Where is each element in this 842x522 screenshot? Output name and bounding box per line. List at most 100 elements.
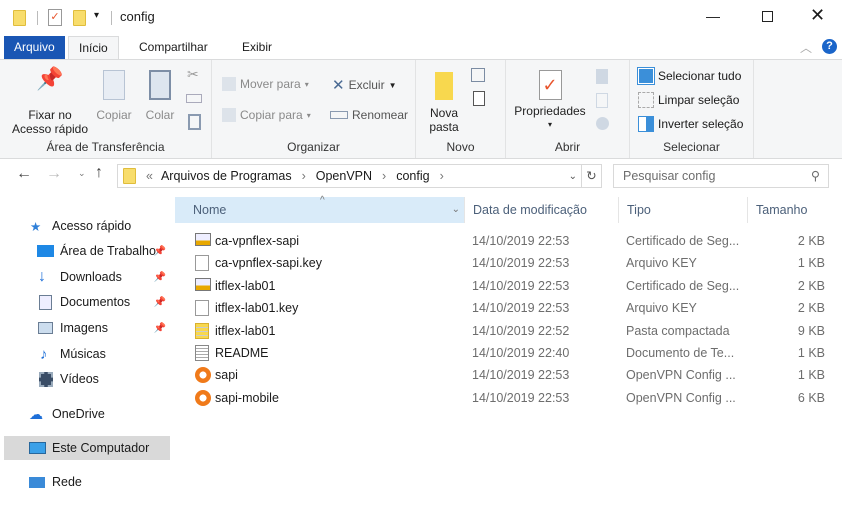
sidebar-item-onedrive[interactable]: ☁ OneDrive <box>0 402 170 426</box>
new-folder-qat-icon[interactable] <box>73 10 86 26</box>
select-none-button[interactable]: Limpar seleção <box>638 92 739 108</box>
address-bar[interactable]: « Arquivos de Programas › OpenVPN › config… <box>117 164 602 188</box>
paste-button[interactable]: Colar <box>140 70 180 122</box>
sidebar-item-pictures[interactable]: Imagens 📌 <box>0 316 170 340</box>
label: Área de Trabalho <box>60 244 156 258</box>
file-size: 1 KB <box>797 256 825 271</box>
breadcrumb-item[interactable]: Arquivos de Programas <box>161 169 292 183</box>
properties-qat-icon[interactable]: ✓ <box>48 9 62 26</box>
file-row[interactable]: itflex-lab01 14/10/2019 22:53 Certificad… <box>175 275 835 297</box>
close-button[interactable]: ✕ <box>810 5 825 26</box>
breadcrumb-item[interactable]: OpenVPN <box>316 169 372 183</box>
file-row[interactable]: sapi 14/10/2019 22:53 OpenVPN Config ...… <box>175 364 835 386</box>
file-size: 1 KB <box>797 368 825 383</box>
file-date: 14/10/2019 22:53 <box>472 368 570 383</box>
tab-compartilhar[interactable]: Compartilhar <box>129 36 218 60</box>
properties-icon: ✓ <box>538 70 562 100</box>
tab-arquivo[interactable]: Arquivo <box>4 36 65 60</box>
file-row[interactable]: ca-vpnflex-sapi 14/10/2019 22:53 Certifi… <box>175 230 835 252</box>
zip-file-icon <box>195 322 209 339</box>
copy-path-icon[interactable] <box>186 94 202 103</box>
customize-qat-icon[interactable]: ▾ <box>94 10 99 21</box>
minimize-button[interactable]: — <box>706 8 720 24</box>
breadcrumb-item[interactable]: config <box>396 169 429 183</box>
overflow-crumbs[interactable]: « <box>146 169 153 183</box>
copy-button[interactable]: Copiar <box>92 70 136 122</box>
label: Imagens <box>60 321 108 335</box>
file-name: itflex-lab01 <box>215 323 276 338</box>
sidebar-item-downloads[interactable]: ↓ Downloads 📌 <box>0 265 170 289</box>
maximize-button[interactable] <box>762 11 773 22</box>
pin-icon: 📌 <box>153 245 166 257</box>
column-header-name[interactable]: Nome ^ ⌄ <box>175 195 465 223</box>
folder-icon <box>13 10 26 26</box>
move-to-button[interactable]: Mover para ▾ <box>222 77 309 91</box>
new-item-icon[interactable] <box>471 68 485 82</box>
label: Renomear <box>352 108 409 122</box>
column-dropdown-icon[interactable]: ⌄ <box>452 197 460 223</box>
file-type: OpenVPN Config ... <box>626 368 736 383</box>
recent-locations-button[interactable]: ⌄ <box>78 168 86 179</box>
column-header-type[interactable]: Tipo <box>619 197 748 223</box>
paste-shortcut-icon[interactable] <box>188 114 201 130</box>
column-header-size[interactable]: Tamanho <box>748 197 842 223</box>
tab-exibir[interactable]: Exibir <box>232 36 282 60</box>
label: Excluir <box>348 78 385 92</box>
invert-selection-button[interactable]: Inverter seleção <box>638 116 743 132</box>
file-row[interactable]: itflex-lab01.key 14/10/2019 22:53 Arquiv… <box>175 297 835 319</box>
file-type: Certificado de Seg... <box>626 234 740 248</box>
file-type: Arquivo KEY <box>626 301 697 316</box>
sidebar-item-this-pc[interactable]: Este Computador <box>4 436 170 460</box>
sidebar-item-documents[interactable]: Documentos 📌 <box>0 290 170 314</box>
easy-access-icon[interactable] <box>473 91 485 106</box>
address-dropdown-icon[interactable]: ⌄ <box>569 171 577 182</box>
search-input[interactable]: Pesquisar config ⚲ <box>613 164 829 188</box>
tab-inicio[interactable]: Início <box>68 36 119 60</box>
refresh-button[interactable]: ↻ <box>581 165 601 187</box>
label: Acesso rápido <box>52 219 132 233</box>
up-button[interactable]: ↑ <box>95 164 103 182</box>
label: Copiar <box>96 108 132 122</box>
select-all-button[interactable]: Selecionar tudo <box>637 67 741 85</box>
properties-button[interactable]: ✓ Propriedades ▾ <box>510 70 590 132</box>
file-row[interactable]: sapi-mobile 14/10/2019 22:53 OpenVPN Con… <box>175 387 835 409</box>
rename-icon <box>330 111 348 119</box>
sidebar-item-music[interactable]: ♪ Músicas <box>0 342 170 366</box>
file-name: itflex-lab01 <box>215 278 276 293</box>
file-date: 14/10/2019 22:40 <box>472 346 570 360</box>
collapse-ribbon-icon[interactable]: ︿ <box>800 39 812 56</box>
sidebar-item-network[interactable]: Rede <box>0 470 170 494</box>
new-folder-button[interactable]: Nova pasta <box>422 72 466 134</box>
rename-button[interactable]: Renomear <box>330 108 408 122</box>
file-size: 2 KB <box>797 278 825 293</box>
window-title: config <box>120 9 155 24</box>
file-size: 6 KB <box>797 390 825 405</box>
pin-quick-access-button[interactable]: 📌 Fixar no Acesso rápido <box>8 68 92 137</box>
file-row[interactable]: README 14/10/2019 22:40 Documento de Te.… <box>175 342 835 364</box>
download-icon: ↓ <box>38 268 46 285</box>
history-icon[interactable] <box>596 117 609 130</box>
file-row[interactable]: ca-vpnflex-sapi.key 14/10/2019 22:53 Arq… <box>175 252 835 274</box>
label: pasta <box>429 120 459 134</box>
back-button[interactable]: ← <box>16 165 32 183</box>
edit-icon[interactable] <box>596 93 608 108</box>
cut-icon[interactable]: ✂ <box>187 66 199 83</box>
label: Mover para <box>240 77 301 91</box>
sidebar-item-quick-access[interactable]: ★ Acesso rápido <box>0 214 170 238</box>
documents-icon <box>39 294 52 310</box>
forward-button[interactable]: → <box>46 165 62 183</box>
file-row[interactable]: itflex-lab01 14/10/2019 22:52 Pasta comp… <box>175 320 835 342</box>
column-header-date[interactable]: Data de modificação <box>465 197 619 223</box>
cert-file-icon <box>195 277 211 291</box>
sidebar-item-videos[interactable]: Vídeos <box>0 367 170 391</box>
help-icon[interactable]: ? <box>822 39 837 54</box>
file-type: Certificado de Seg... <box>626 278 740 293</box>
file-file-icon <box>195 300 209 317</box>
file-date: 14/10/2019 22:53 <box>472 301 570 316</box>
file-name: ca-vpnflex-sapi.key <box>215 256 322 271</box>
file-file-icon <box>195 255 209 272</box>
delete-button[interactable]: ✕ Excluir ▼ <box>332 76 397 94</box>
sidebar-item-desktop[interactable]: Área de Trabalho 📌 <box>0 239 170 263</box>
copy-to-button[interactable]: Copiar para ▾ <box>222 108 311 122</box>
open-icon[interactable] <box>596 69 608 84</box>
